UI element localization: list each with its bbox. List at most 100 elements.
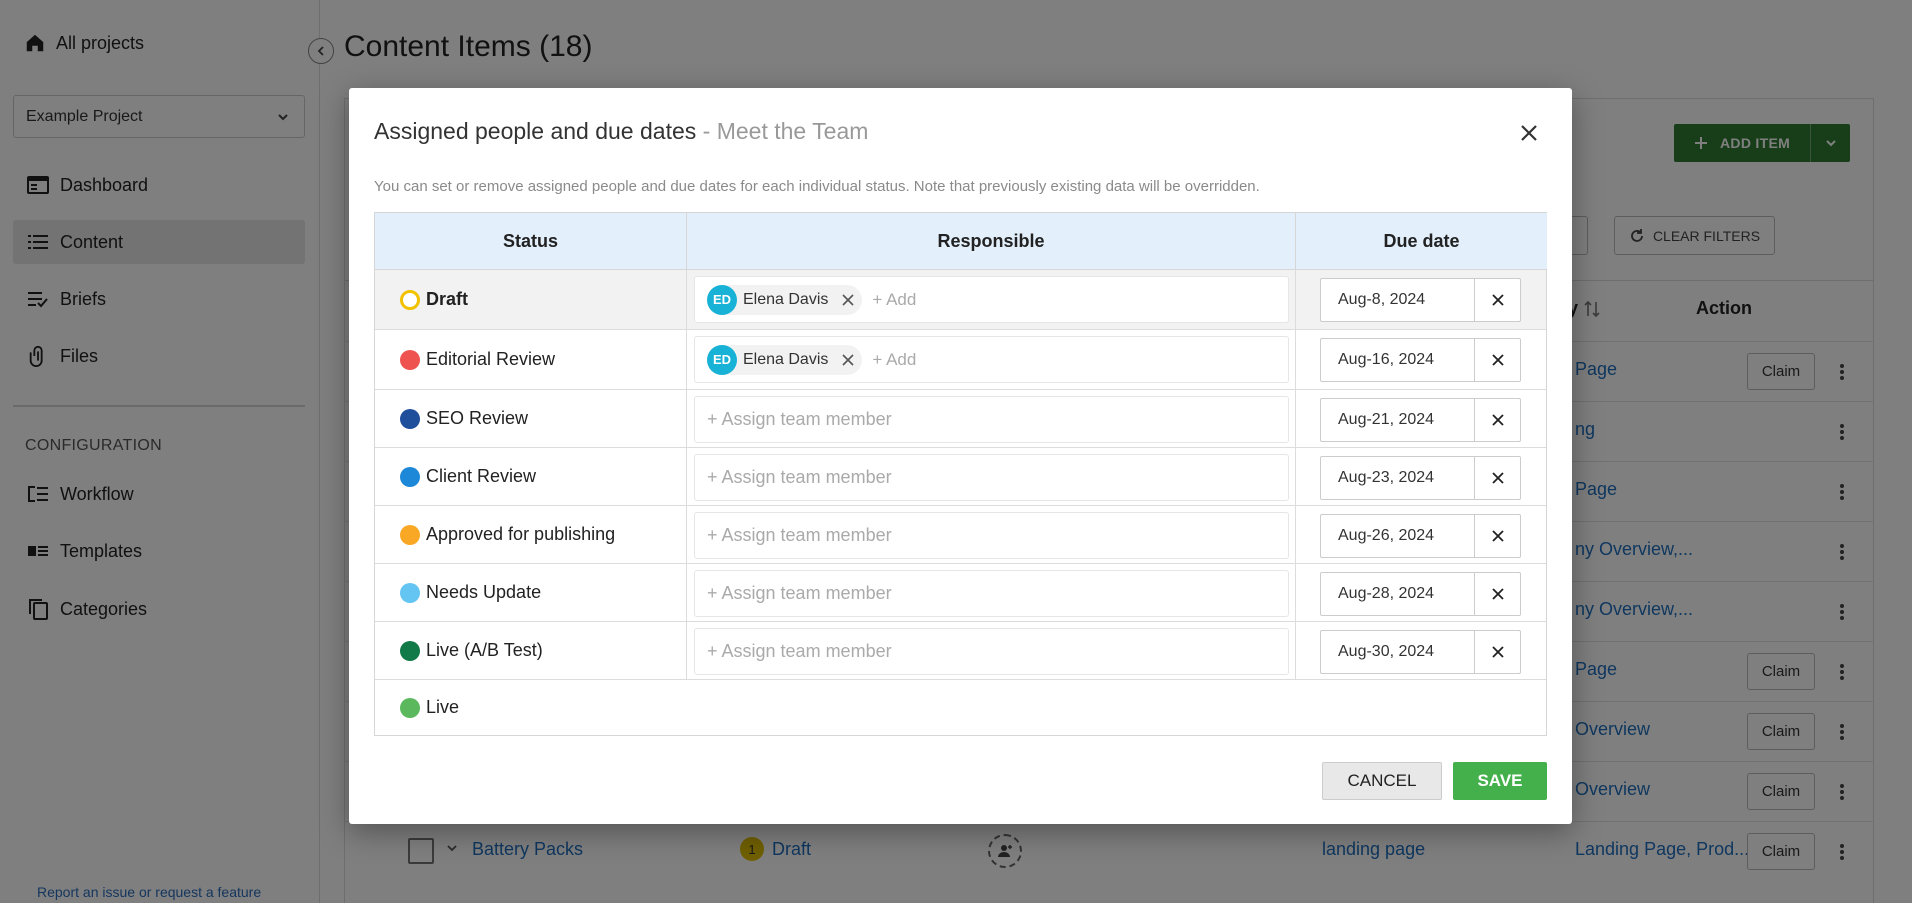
assign-table: Status Responsible Due date Draft ED Ele… — [374, 212, 1547, 736]
avatar: ED — [707, 284, 737, 315]
due-date-input[interactable]: Aug-26, 2024 — [1321, 515, 1474, 557]
responsible-cell: + Assign team member — [687, 564, 1296, 621]
due-date-field: Aug-30, 2024 — [1320, 630, 1521, 674]
status-cell: Live — [375, 680, 687, 735]
clear-icon[interactable] — [1474, 573, 1520, 615]
due-cell: Aug-28, 2024 — [1296, 564, 1546, 621]
due-date-input[interactable]: Aug-23, 2024 — [1321, 457, 1474, 499]
save-button[interactable]: SAVE — [1453, 762, 1547, 800]
table-row: Draft ED Elena Davis + Add Aug-8, 2024 — [375, 270, 1546, 330]
clear-icon[interactable] — [1474, 457, 1520, 499]
due-date-input[interactable]: Aug-16, 2024 — [1321, 339, 1474, 381]
responsible-input[interactable]: + Assign team member — [694, 396, 1289, 443]
status-cell: Live (A/B Test) — [375, 622, 687, 679]
status-label: Live — [426, 697, 460, 717]
assignee-chip: ED Elena Davis — [707, 284, 863, 315]
avatar: ED — [707, 344, 737, 375]
assign-placeholder: + Assign team member — [707, 641, 892, 661]
status-label: Draft — [426, 289, 469, 309]
due-date-input[interactable]: Aug-28, 2024 — [1321, 573, 1474, 615]
column-header-due-date: Due date — [1296, 213, 1547, 270]
status-dot-icon — [400, 466, 420, 487]
dialog-note: You can set or remove assigned people an… — [374, 178, 1260, 195]
due-cell: Aug-16, 2024 — [1296, 330, 1546, 389]
clear-icon[interactable] — [1474, 339, 1520, 381]
add-assignee-text[interactable]: + Add — [872, 350, 916, 370]
due-cell: Aug-8, 2024 — [1296, 270, 1546, 329]
responsible-input[interactable]: ED Elena Davis + Add — [694, 336, 1289, 383]
table-row: SEO Review + Assign team member Aug-21, … — [375, 390, 1546, 448]
due-cell: Aug-21, 2024 — [1296, 390, 1546, 447]
assignee-name: Elena Davis — [743, 350, 829, 368]
table-row: Live (A/B Test) + Assign team member Aug… — [375, 622, 1546, 680]
status-label: Approved for publishing — [426, 524, 616, 544]
due-date-field: Aug-21, 2024 — [1320, 398, 1521, 442]
responsible-cell: ED Elena Davis + Add — [687, 270, 1296, 329]
due-date-field: Aug-26, 2024 — [1320, 514, 1521, 558]
remove-icon[interactable] — [842, 293, 854, 306]
column-header-responsible: Responsible — [687, 213, 1296, 270]
table-row: Live — [375, 680, 1546, 735]
status-cell: SEO Review — [375, 390, 687, 447]
status-label: Editorial Review — [426, 349, 556, 369]
status-cell: Draft — [375, 270, 687, 329]
responsible-cell: + Assign team member — [687, 506, 1296, 563]
assign-placeholder: + Assign team member — [707, 409, 892, 429]
responsible-cell: + Assign team member — [687, 622, 1296, 679]
status-dot-icon — [400, 582, 420, 603]
dialog-title-main: Assigned people and due dates — [374, 118, 697, 144]
due-date-field: Aug-28, 2024 — [1320, 572, 1521, 616]
table-row: Editorial Review ED Elena Davis + Add Au… — [375, 330, 1546, 390]
status-dot-icon — [400, 697, 420, 718]
responsible-input[interactable]: + Assign team member — [694, 454, 1289, 501]
remove-icon[interactable] — [842, 353, 854, 366]
clear-icon[interactable] — [1474, 279, 1520, 321]
column-header-status: Status — [375, 213, 687, 270]
due-date-field: Aug-8, 2024 — [1320, 278, 1521, 322]
assign-placeholder: + Assign team member — [707, 583, 892, 603]
status-label: Needs Update — [426, 582, 542, 602]
status-cell: Approved for publishing — [375, 506, 687, 563]
dialog-title-subtitle: - Meet the Team — [702, 118, 869, 144]
status-ring-icon — [400, 289, 420, 310]
due-cell: Aug-26, 2024 — [1296, 506, 1546, 563]
status-cell: Editorial Review — [375, 330, 687, 389]
responsible-cell: + Assign team member — [687, 390, 1296, 447]
responsible-cell: + Assign team member — [687, 448, 1296, 505]
due-date-input[interactable]: Aug-8, 2024 — [1321, 279, 1474, 321]
status-dot-icon — [400, 524, 420, 545]
add-assignee-text[interactable]: + Add — [872, 290, 916, 310]
status-cell: Needs Update — [375, 564, 687, 621]
assign-placeholder: + Assign team member — [707, 467, 892, 487]
status-label: SEO Review — [426, 408, 529, 428]
table-row: Client Review + Assign team member Aug-2… — [375, 448, 1546, 506]
due-date-input[interactable]: Aug-21, 2024 — [1321, 399, 1474, 441]
status-dot-icon — [400, 408, 420, 429]
responsible-input[interactable]: + Assign team member — [694, 628, 1289, 675]
assignee-chip: ED Elena Davis — [707, 344, 863, 375]
status-dot-icon — [400, 640, 420, 661]
responsible-cell: ED Elena Davis + Add — [687, 330, 1296, 389]
status-label: Client Review — [426, 466, 537, 486]
cancel-button[interactable]: CANCEL — [1322, 762, 1442, 800]
status-label: Live (A/B Test) — [426, 640, 543, 660]
dialog-title: Assigned people and due dates - Meet the… — [374, 118, 868, 145]
assign-dialog: Assigned people and due dates - Meet the… — [349, 88, 1572, 824]
table-row: Approved for publishing + Assign team me… — [375, 506, 1546, 564]
due-cell: Aug-30, 2024 — [1296, 622, 1546, 679]
due-date-field: Aug-23, 2024 — [1320, 456, 1521, 500]
assign-placeholder: + Assign team member — [707, 525, 892, 545]
assignee-name: Elena Davis — [743, 290, 829, 308]
status-cell: Client Review — [375, 448, 687, 505]
clear-icon[interactable] — [1474, 515, 1520, 557]
close-icon[interactable] — [1514, 118, 1544, 148]
clear-icon[interactable] — [1474, 399, 1520, 441]
clear-icon[interactable] — [1474, 631, 1520, 673]
responsible-input[interactable]: ED Elena Davis + Add — [694, 276, 1289, 323]
due-cell: Aug-23, 2024 — [1296, 448, 1546, 505]
responsible-input[interactable]: + Assign team member — [694, 512, 1289, 559]
due-date-input[interactable]: Aug-30, 2024 — [1321, 631, 1474, 673]
due-date-field: Aug-16, 2024 — [1320, 338, 1521, 382]
responsible-input[interactable]: + Assign team member — [694, 570, 1289, 617]
table-row: Needs Update + Assign team member Aug-28… — [375, 564, 1546, 622]
